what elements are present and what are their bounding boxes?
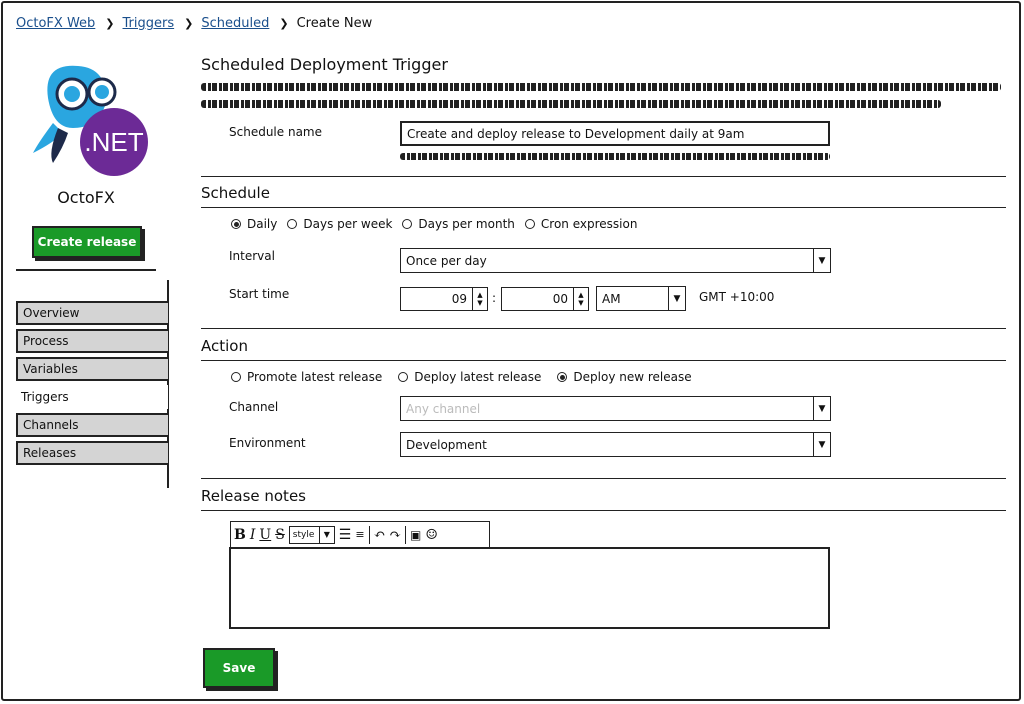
- release-notes-editor[interactable]: [229, 547, 830, 629]
- ampm-select[interactable]: AM ▼: [596, 286, 686, 311]
- chevron-down-icon[interactable]: ▼: [668, 287, 685, 310]
- divider: [201, 328, 1006, 329]
- timezone-text: GMT +10:00: [699, 290, 775, 304]
- channel-label: Channel: [229, 400, 279, 414]
- project-logo: .NET: [33, 65, 148, 176]
- sidebar-item-releases[interactable]: Releases: [16, 441, 168, 465]
- style-select[interactable]: style ▼: [288, 525, 335, 544]
- radio-cron-expression[interactable]: Cron expression: [524, 217, 637, 231]
- sidebar-item-triggers[interactable]: Triggers: [16, 385, 168, 409]
- description-scribble: [201, 100, 941, 108]
- radio-deploy-new-release[interactable]: Deploy new release: [557, 370, 692, 384]
- sidebar-divider: [16, 269, 156, 271]
- numbered-list-icon[interactable]: ≡: [355, 528, 364, 541]
- radio-deploy-latest-release[interactable]: Deploy latest release: [398, 370, 541, 384]
- description-scribble: [201, 83, 1001, 91]
- radio-daily[interactable]: Daily: [231, 217, 277, 231]
- action-radio-group: Promote latest release Deploy latest rel…: [231, 370, 702, 384]
- chevron-down-icon[interactable]: ▼: [813, 433, 830, 456]
- divider: [201, 360, 1006, 361]
- logo-goggle-left-lens: [64, 86, 80, 102]
- radio-days-per-month[interactable]: Days per month: [402, 217, 515, 231]
- breadcrumb-link-octofx-web[interactable]: OctoFX Web: [16, 16, 95, 31]
- page-title: Scheduled Deployment Trigger: [201, 55, 448, 74]
- divider: [201, 510, 1006, 511]
- emoji-icon[interactable]: ☺: [425, 527, 438, 543]
- radio-promote-latest-release[interactable]: Promote latest release: [231, 370, 382, 384]
- schedule-name-input[interactable]: Create and deploy release to Development…: [400, 121, 830, 146]
- environment-select[interactable]: Development ▼: [400, 432, 831, 457]
- logo-goggle-right-lens: [95, 85, 109, 99]
- breadcrumb-link-triggers[interactable]: Triggers: [123, 16, 175, 31]
- divider: [201, 176, 1006, 177]
- undo-icon[interactable]: ↶: [374, 527, 386, 543]
- release-notes-heading: Release notes: [201, 487, 306, 505]
- schedule-type-radio-group: Daily Days per week Days per month Cron …: [231, 217, 647, 231]
- radio-selected-icon: [557, 372, 568, 382]
- time-separator: :: [492, 291, 497, 305]
- create-release-button[interactable]: Create release: [32, 226, 142, 258]
- sidebar-nav: Overview Process Variables Triggers Chan…: [16, 301, 168, 469]
- radio-unselected-icon: [524, 219, 535, 229]
- start-hour-stepper[interactable]: 09 ▲ ▼: [400, 287, 488, 311]
- radio-days-per-week[interactable]: Days per week: [287, 217, 392, 231]
- interval-select[interactable]: Once per day ▼: [400, 248, 831, 273]
- divider: [201, 207, 1006, 208]
- spinner-icon[interactable]: ▲ ▼: [573, 288, 588, 310]
- radio-unselected-icon: [402, 219, 413, 229]
- schedule-name-label: Schedule name: [229, 125, 322, 139]
- breadcrumb-link-scheduled[interactable]: Scheduled: [201, 16, 269, 31]
- spinner-icon[interactable]: ▲ ▼: [472, 288, 487, 310]
- chevron-down-icon[interactable]: ▼: [318, 526, 334, 543]
- radio-unselected-icon: [231, 372, 241, 382]
- sidebar-item-process[interactable]: Process: [16, 329, 168, 353]
- project-name: OctoFX: [57, 188, 115, 207]
- redo-icon[interactable]: ↷: [389, 527, 401, 543]
- environment-label: Environment: [229, 436, 306, 450]
- sidebar-item-channels[interactable]: Channels: [16, 413, 168, 437]
- radio-unselected-icon: [287, 219, 298, 229]
- start-minute-stepper[interactable]: 00 ▲ ▼: [501, 287, 589, 311]
- hint-scribble: [400, 153, 830, 160]
- chevron-down-icon[interactable]: ▼: [813, 249, 830, 272]
- rich-text-toolbar: B I U S style ▼ ☰ ≡ ↶ ↷ ▣ ☺: [230, 521, 490, 547]
- sidebar-item-variables[interactable]: Variables: [16, 357, 168, 381]
- bold-button[interactable]: B: [234, 527, 246, 543]
- toolbar-separator: [368, 525, 370, 544]
- underline-button[interactable]: U: [259, 527, 271, 543]
- action-heading: Action: [201, 337, 248, 355]
- dotnet-badge-text: .NET: [84, 127, 143, 157]
- start-time-label: Start time: [229, 287, 290, 301]
- save-button[interactable]: Save: [203, 648, 275, 688]
- breadcrumb-current: Create New: [296, 16, 373, 31]
- italic-button[interactable]: I: [250, 527, 256, 543]
- breadcrumb: OctoFX Web ❯ Triggers ❯ Scheduled ❯ Crea…: [16, 16, 372, 31]
- chevron-right-icon: ❯: [184, 17, 194, 30]
- divider: [201, 478, 1006, 479]
- schedule-heading: Schedule: [201, 184, 270, 202]
- chevron-down-icon[interactable]: ▼: [813, 397, 830, 420]
- chevron-right-icon: ❯: [105, 17, 115, 30]
- radio-selected-icon: [231, 219, 241, 229]
- radio-unselected-icon: [398, 372, 409, 382]
- insert-image-icon[interactable]: ▣: [410, 528, 421, 542]
- chevron-right-icon: ❯: [279, 17, 289, 30]
- interval-label: Interval: [229, 249, 275, 263]
- bulleted-list-icon[interactable]: ☰: [339, 527, 352, 543]
- toolbar-separator: [405, 525, 407, 544]
- channel-select[interactable]: Any channel ▼: [400, 396, 831, 421]
- sidebar-item-overview[interactable]: Overview: [16, 301, 168, 325]
- strikethrough-button[interactable]: S: [275, 527, 285, 543]
